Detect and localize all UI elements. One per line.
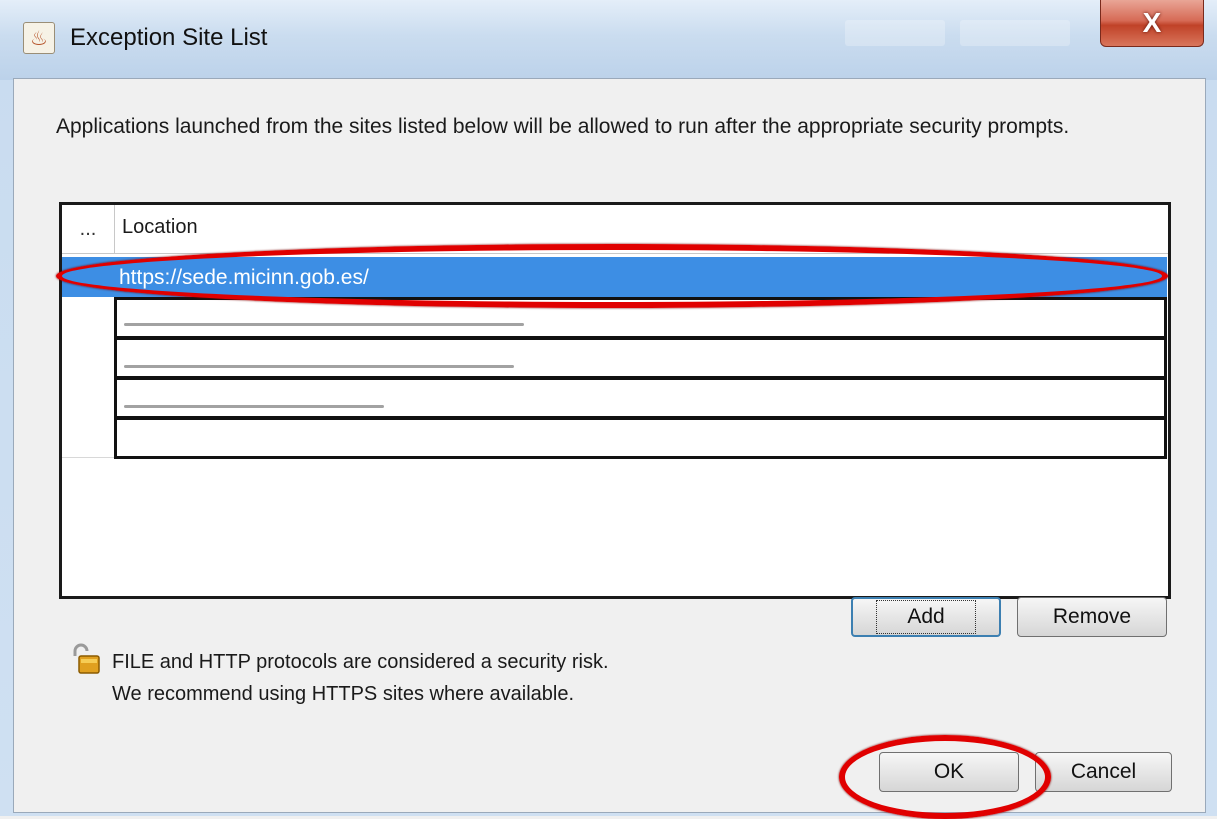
title-bar[interactable]: ♨ Exception Site List X (0, 0, 1217, 80)
location-cell[interactable] (114, 377, 1167, 419)
table-row[interactable] (62, 337, 1168, 379)
close-button[interactable]: X (1100, 0, 1204, 47)
row-index-cell (62, 377, 115, 418)
titlebar-background-decoration (960, 20, 1070, 46)
window-title: Exception Site List (70, 24, 268, 51)
redacted-text-mark (124, 323, 524, 326)
location-cell[interactable] (114, 417, 1167, 459)
security-note: FILE and HTTP protocols are considered a… (112, 646, 609, 710)
dialog-window: ♨ Exception Site List X Applications lau… (0, 0, 1217, 819)
row-index-cell (62, 337, 115, 378)
row-index-cell (62, 297, 115, 338)
add-button-label: Add (876, 600, 976, 634)
security-note-line-1: FILE and HTTP protocols are considered a… (112, 651, 609, 673)
location-cell[interactable] (114, 337, 1167, 379)
column-header-location[interactable]: Location (122, 216, 198, 239)
cancel-button[interactable]: Cancel (1035, 752, 1172, 792)
table-row[interactable] (62, 297, 1168, 339)
close-icon: X (1142, 7, 1162, 38)
ok-button[interactable]: OK (879, 752, 1019, 792)
unlocked-padlock-icon (73, 643, 100, 674)
column-header-index[interactable]: ... (62, 205, 115, 253)
java-icon: ♨ (23, 22, 55, 54)
table-row[interactable] (62, 377, 1168, 419)
location-cell[interactable] (114, 297, 1167, 339)
dialog-content: Applications launched from the sites lis… (13, 78, 1206, 819)
table-row[interactable] (62, 417, 1168, 459)
remove-button[interactable]: Remove (1017, 597, 1167, 637)
row-index-cell (62, 417, 115, 458)
exception-site-table[interactable]: ... Location https://sede.micinn.gob.es/ (59, 202, 1171, 599)
security-note-line-2: We recommend using HTTPS sites where ava… (112, 683, 575, 705)
redacted-text-mark (124, 405, 384, 408)
redacted-text-mark (124, 365, 514, 368)
row-index-cell (62, 257, 115, 298)
description-text: Applications launched from the sites lis… (56, 115, 1070, 138)
table-header: ... Location (62, 205, 1168, 254)
location-cell[interactable]: https://sede.micinn.gob.es/ (114, 257, 1167, 299)
titlebar-background-decoration (845, 20, 945, 46)
add-button[interactable]: Add (851, 597, 1001, 637)
table-row[interactable]: https://sede.micinn.gob.es/ (62, 257, 1168, 299)
